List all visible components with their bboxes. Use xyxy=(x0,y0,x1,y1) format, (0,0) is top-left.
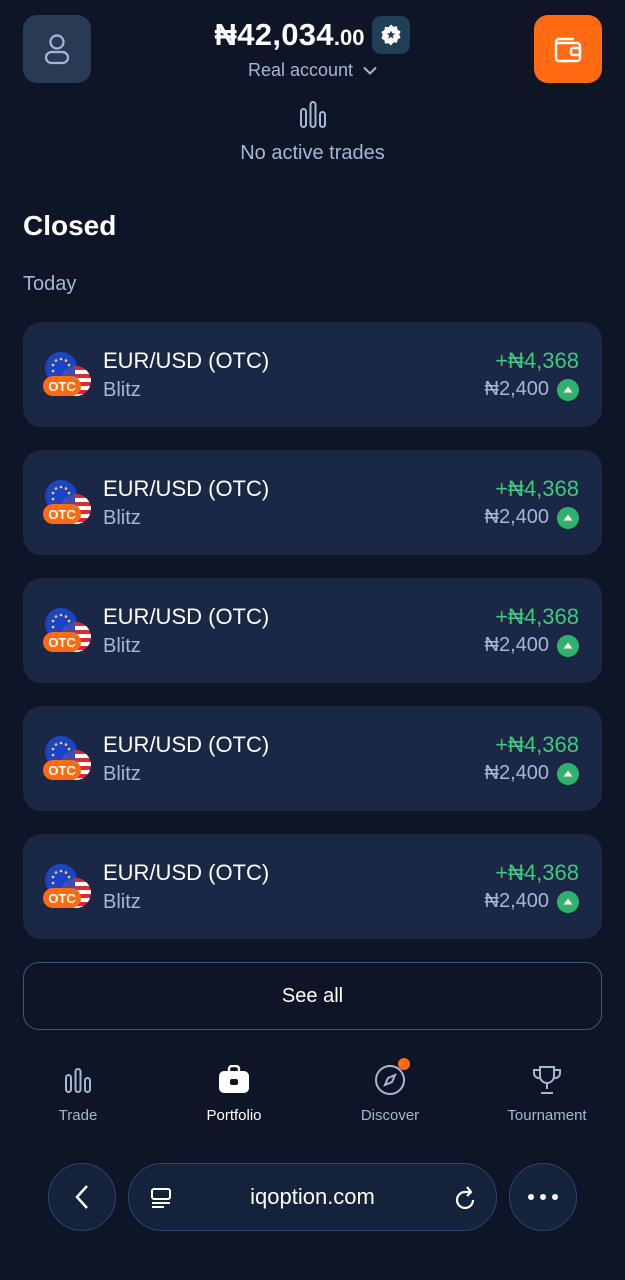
asset-name: EUR/USD (OTC) xyxy=(103,476,270,501)
otc-tag: OTC xyxy=(43,632,81,652)
address-bar[interactable]: iqoption.com xyxy=(128,1163,497,1231)
chevron-down-icon xyxy=(363,66,377,75)
account-selector[interactable]: Real account xyxy=(248,60,377,81)
trade-profit: +₦4,368 xyxy=(495,476,579,501)
asset-name: EUR/USD (OTC) xyxy=(103,348,270,373)
asset-flag-icon: OTC xyxy=(43,862,97,912)
nav-label: Tournament xyxy=(507,1107,587,1124)
see-all-button[interactable]: See all xyxy=(23,962,602,1030)
trade-amount: ₦2,400 xyxy=(484,506,550,528)
balance-amount: ₦42,034 xyxy=(214,17,334,52)
empty-state: No active trades xyxy=(0,100,625,165)
arrow-up-icon xyxy=(557,890,579,913)
trade-amount-row: ₦2,400 xyxy=(484,634,579,657)
browser-back-button[interactable] xyxy=(48,1163,116,1231)
balance-decimals: .00 xyxy=(333,25,365,50)
trade-profit: +₦4,368 xyxy=(495,348,579,373)
trade-amount: ₦2,400 xyxy=(484,634,550,656)
trade-card[interactable]: OTC EUR/USD (OTC) Blitz +₦4,368 ₦2,400 xyxy=(23,706,602,811)
section-title: Closed xyxy=(23,210,117,241)
header: ₦42,034 .00 Real account xyxy=(0,0,625,100)
trade-card[interactable]: OTC EUR/USD (OTC) Blitz +₦4,368 ₦2,400 xyxy=(23,834,602,939)
trade-card[interactable]: OTC EUR/USD (OTC) Blitz +₦4,368 ₦2,400 xyxy=(23,578,602,683)
account-label: Real account xyxy=(247,60,354,80)
nav-item-trade[interactable]: Trade xyxy=(18,1060,138,1124)
asset-flag-icon: OTC xyxy=(43,606,97,656)
asset-name: EUR/USD (OTC) xyxy=(103,732,270,757)
trade-type: Blitz xyxy=(103,891,141,913)
arrow-up-icon xyxy=(557,762,579,785)
trade-type: Blitz xyxy=(103,635,141,657)
more-icon xyxy=(528,1194,558,1200)
nav-label: Trade xyxy=(58,1107,98,1124)
trade-amount-row: ₦2,400 xyxy=(484,506,579,529)
arrow-up-icon xyxy=(557,378,579,401)
reload-icon[interactable] xyxy=(452,1184,478,1212)
nav-label: Discover xyxy=(360,1107,420,1124)
nav-item-tournament[interactable]: Tournament xyxy=(487,1060,607,1124)
trade-type: Blitz xyxy=(103,763,141,785)
notification-dot xyxy=(398,1058,410,1070)
wallet-icon xyxy=(554,37,582,63)
wallet-button[interactable] xyxy=(534,15,602,83)
trade-amount-row: ₦2,400 xyxy=(484,762,579,785)
trade-amount-row: ₦2,400 xyxy=(484,890,579,913)
section-subtitle: Today xyxy=(23,273,77,295)
trade-amount: ₦2,400 xyxy=(484,890,550,912)
asset-name: EUR/USD (OTC) xyxy=(103,860,270,885)
trade-type: Blitz xyxy=(103,379,141,401)
asset-flag-icon: OTC xyxy=(43,350,97,400)
bar-chart-icon xyxy=(299,101,326,128)
nav-label: Portfolio xyxy=(206,1107,262,1124)
empty-state-text: No active trades xyxy=(240,142,385,164)
balance-block: ₦42,034 .00 Real account xyxy=(0,14,625,81)
status-badge[interactable] xyxy=(372,16,411,54)
otc-tag: OTC xyxy=(43,888,81,908)
trade-profit: +₦4,368 xyxy=(495,604,579,629)
url-text: iqoption.com xyxy=(250,1184,375,1209)
chevron-left-icon xyxy=(75,1185,88,1209)
otc-tag: OTC xyxy=(43,504,81,524)
trade-type: Blitz xyxy=(103,507,141,529)
trade-profit: +₦4,368 xyxy=(495,860,579,885)
trade-profit: +₦4,368 xyxy=(495,732,579,757)
trade-amount-row: ₦2,400 xyxy=(484,378,579,401)
arrow-up-icon xyxy=(557,506,579,529)
trade-card[interactable]: OTC EUR/USD (OTC) Blitz +₦4,368 ₦2,400 xyxy=(23,322,602,427)
asset-flag-icon: OTC xyxy=(43,478,97,528)
trade-card[interactable]: OTC EUR/USD (OTC) Blitz +₦4,368 ₦2,400 xyxy=(23,450,602,555)
trades-list: OTC EUR/USD (OTC) Blitz +₦4,368 ₦2,400 O… xyxy=(23,322,602,962)
more-options-button[interactable] xyxy=(509,1163,577,1231)
trophy-icon xyxy=(533,1066,561,1094)
trade-amount: ₦2,400 xyxy=(484,378,550,400)
nav-item-discover[interactable]: Discover xyxy=(330,1058,450,1124)
asset-name: EUR/USD (OTC) xyxy=(103,604,270,629)
star-badge-icon xyxy=(381,24,402,46)
trade-amount: ₦2,400 xyxy=(484,762,550,784)
otc-tag: OTC xyxy=(43,760,81,780)
browser-toolbar: iqoption.com xyxy=(0,1163,625,1233)
briefcase-icon xyxy=(219,1065,249,1093)
otc-tag: OTC xyxy=(43,376,81,396)
bottom-nav: Trade Portfolio Discover Tournament xyxy=(0,1058,625,1130)
arrow-up-icon xyxy=(557,634,579,657)
asset-flag-icon: OTC xyxy=(43,734,97,784)
nav-item-portfolio[interactable]: Portfolio xyxy=(174,1060,294,1124)
bar-chart-icon xyxy=(65,1068,91,1093)
